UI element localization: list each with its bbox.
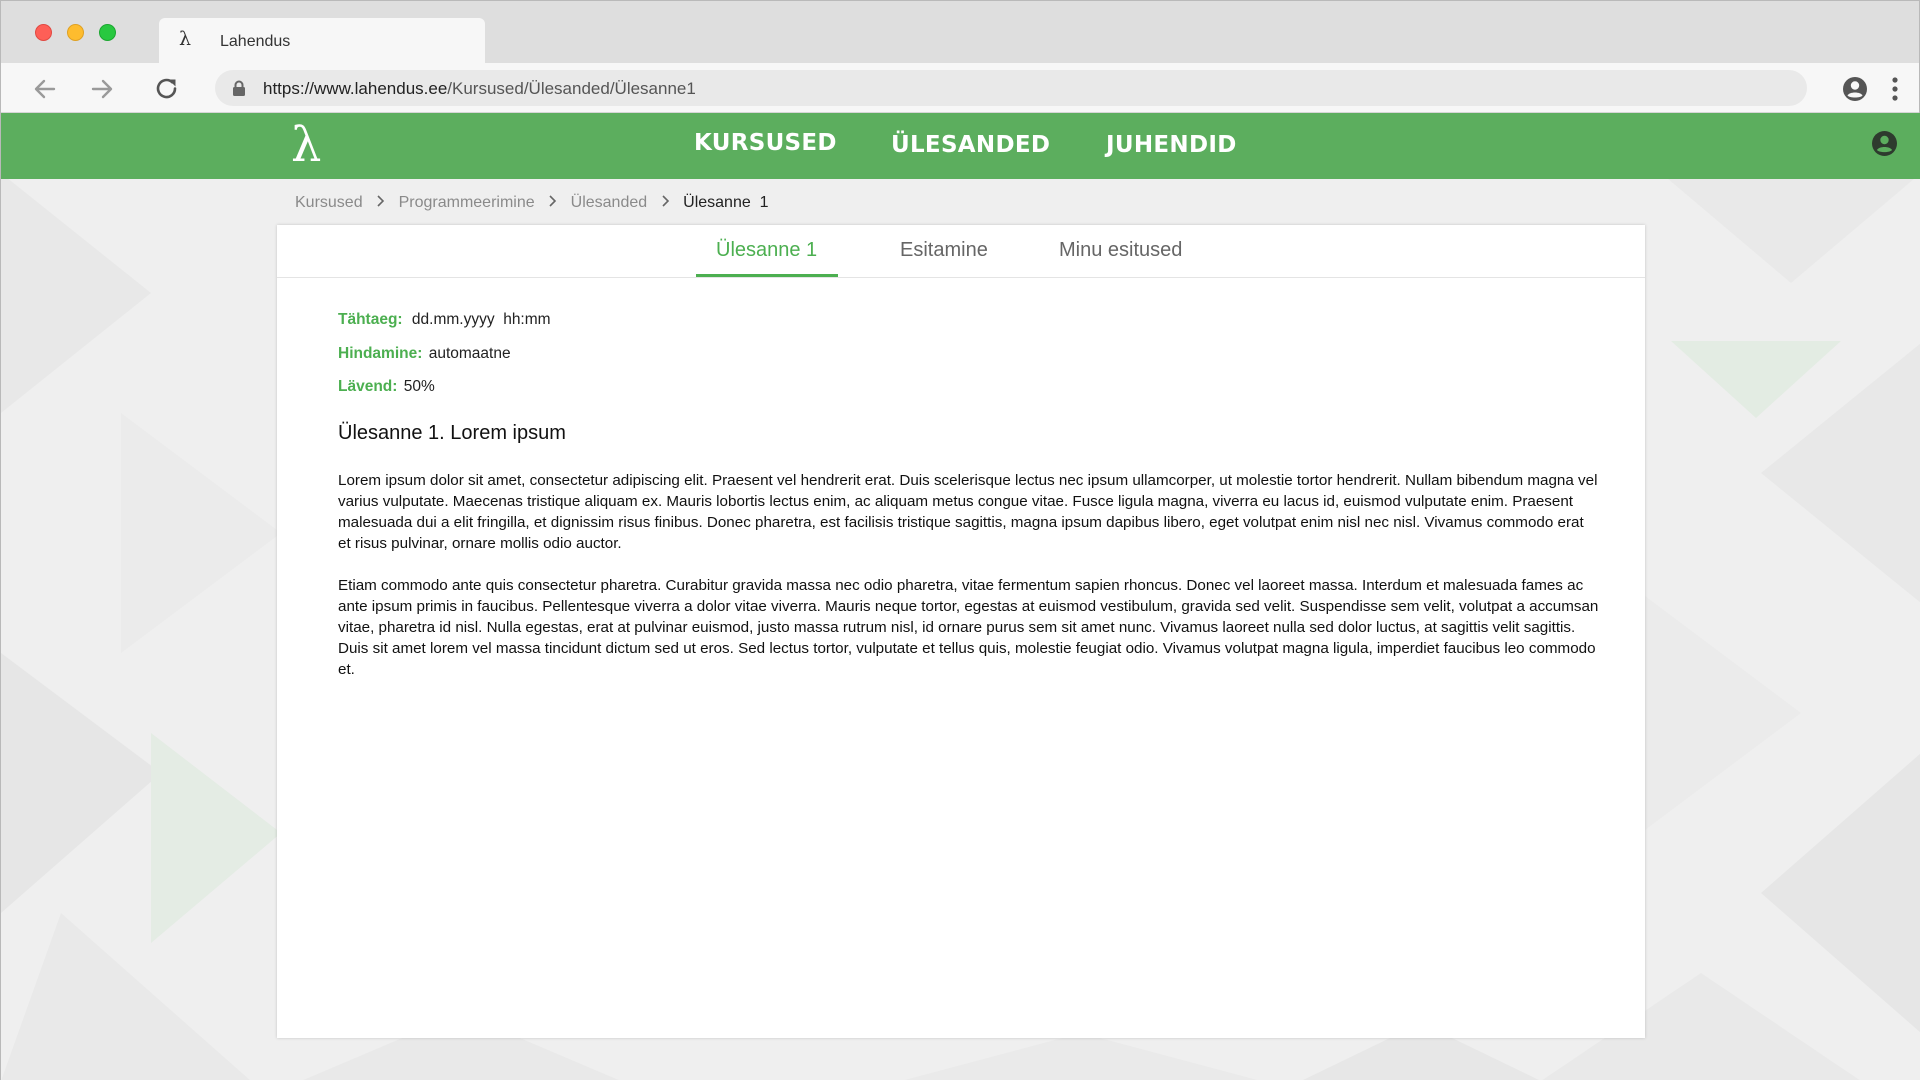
grading-label: Hindamine:	[338, 345, 423, 362]
nav-kursused[interactable]: KURSUSED	[694, 130, 837, 156]
chevron-right-icon	[647, 194, 683, 212]
meta-grading: Hindamine: automaatne	[338, 345, 511, 363]
arrow-right-icon	[91, 79, 113, 99]
minimize-window-button[interactable]	[67, 24, 84, 41]
address-bar[interactable]: https://www.lahendus.ee/Kursused/Ülesand…	[215, 70, 1807, 106]
reload-button[interactable]	[154, 76, 180, 102]
lock-icon	[233, 80, 245, 96]
url-host: https://www.lahendus.ee	[263, 79, 448, 98]
reload-icon	[156, 78, 177, 99]
task-title: Ülesanne 1. Lorem ipsum	[338, 422, 566, 444]
nav-ulesanded[interactable]: ÜLESANDED	[891, 132, 1050, 158]
task-paragraph: Etiam commodo ante quis consectetur phar…	[338, 577, 1599, 678]
breadcrumb-kursused[interactable]: Kursused	[295, 194, 363, 212]
back-button[interactable]	[32, 76, 58, 102]
tab-esitamine[interactable]: Esitamine	[900, 239, 988, 262]
forward-button[interactable]	[89, 76, 115, 102]
account-circle-icon[interactable]	[1841, 75, 1869, 103]
nav-juhendid[interactable]: JUHENDID	[1106, 132, 1237, 158]
task-card: Ülesanne 1 Esitamine Minu esitused Tähta…	[277, 225, 1645, 1038]
meta-deadline: Tähtaeg: dd.mm.yyyy hh:mm	[338, 311, 551, 329]
active-tab-indicator	[696, 274, 838, 277]
deadline-label: Tähtaeg:	[338, 311, 403, 328]
more-vertical-icon[interactable]	[1889, 75, 1901, 103]
tab-ulesanne[interactable]: Ülesanne 1	[716, 239, 817, 262]
deadline-value: dd.mm.yyyy hh:mm	[411, 311, 551, 328]
close-window-button[interactable]	[35, 24, 52, 41]
web-page: λ KURSUSED ÜLESANDED JUHENDID Kursused P…	[1, 113, 1920, 1080]
chevron-right-icon	[363, 194, 399, 212]
breadcrumb-ulesanded[interactable]: Ülesanded	[571, 194, 648, 212]
browser-tabbar: λ Lahendus	[1, 1, 1919, 64]
favicon-icon: λ	[179, 28, 192, 50]
task-tabs: Ülesanne 1 Esitamine Minu esitused	[277, 225, 1645, 278]
task-paragraph: Lorem ipsum dolor sit amet, consectetur …	[338, 472, 1598, 552]
grading-value: automaatne	[428, 345, 511, 362]
browser-window: λ Lahendus https://www.lahendus.ee/Kursu…	[0, 0, 1920, 1080]
threshold-value: 50%	[403, 378, 435, 395]
breadcrumb: Kursused Programmeerimine Ülesanded Üles…	[295, 191, 769, 215]
browser-tab-title: Lahendus	[220, 33, 291, 50]
arrow-left-icon	[34, 79, 56, 99]
user-account-icon[interactable]	[1871, 130, 1898, 157]
browser-tab[interactable]: λ Lahendus	[159, 18, 485, 64]
url-path: /Kursused/Ülesanded/Ülesanne1	[447, 79, 696, 98]
threshold-label: Lävend:	[338, 378, 398, 395]
breadcrumb-current: Ülesanne 1	[683, 194, 769, 211]
site-header: λ KURSUSED ÜLESANDED JUHENDID	[1, 113, 1920, 179]
url-text: https://www.lahendus.ee/Kursused/Ülesand…	[263, 79, 696, 99]
maximize-window-button[interactable]	[99, 24, 116, 41]
meta-threshold: Lävend: 50%	[338, 378, 435, 396]
site-nav: KURSUSED ÜLESANDED JUHENDID	[1, 113, 1920, 179]
chevron-right-icon	[535, 194, 571, 212]
browser-toolbar: https://www.lahendus.ee/Kursused/Ülesand…	[1, 63, 1919, 113]
tab-minu-esitused[interactable]: Minu esitused	[1059, 239, 1182, 262]
breadcrumb-programmeerimine[interactable]: Programmeerimine	[399, 194, 535, 212]
